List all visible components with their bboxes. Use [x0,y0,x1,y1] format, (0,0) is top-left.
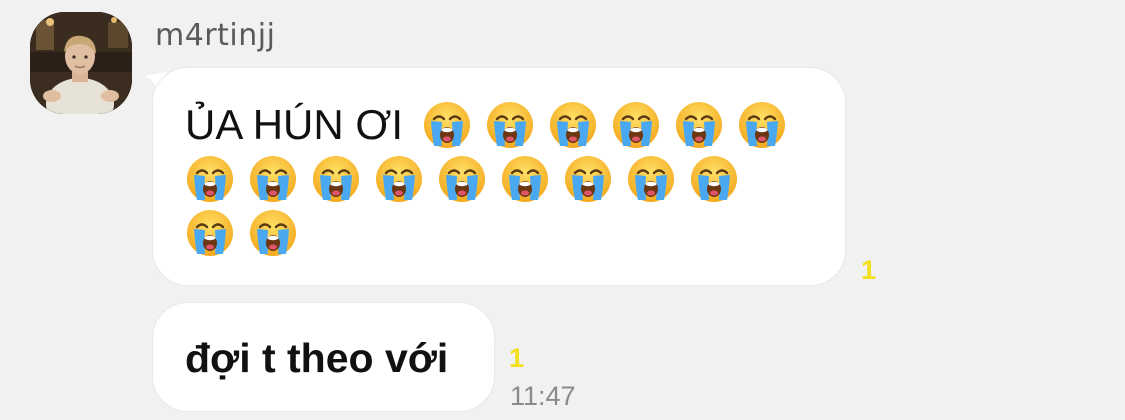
message-timestamp: 11:47 [510,381,576,411]
loudly-crying-face-emoji [500,154,550,204]
loudly-crying-face-emoji [437,154,487,204]
loudly-crying-face-emoji [737,100,787,150]
loudly-crying-face-emoji [563,154,613,204]
avatar[interactable] [30,12,132,114]
loudly-crying-face-emoji [185,154,235,204]
message-line [185,150,825,204]
read-count: 1 [509,343,525,373]
loudly-crying-face-emoji [248,154,298,204]
loudly-crying-face-emoji [689,154,739,204]
loudly-crying-face-emoji [626,154,676,204]
sender-name[interactable]: m4rtinjj [155,18,275,53]
read-count: 1 [861,255,877,285]
message-text: đợi t theo với [185,335,449,381]
chat-screen: m4rtinjj ỦA HÚN ƠI 1 đợi t theo với 1 11… [0,0,1125,420]
message-line: ỦA HÚN ƠI [185,96,825,150]
message-text: ỦA HÚN ƠI [185,101,404,148]
loudly-crying-face-emoji [548,100,598,150]
loudly-crying-face-emoji [248,208,298,258]
loudly-crying-face-emoji [185,208,235,258]
loudly-crying-face-emoji [485,100,535,150]
message-bubble[interactable]: đợi t theo với [152,302,495,412]
message-bubble[interactable]: ỦA HÚN ƠI [152,67,846,286]
loudly-crying-face-emoji [374,154,424,204]
loudly-crying-face-emoji [422,100,472,150]
loudly-crying-face-emoji [311,154,361,204]
loudly-crying-face-emoji [674,100,724,150]
profile-photo [30,12,132,114]
message-line [185,204,825,258]
loudly-crying-face-emoji [611,100,661,150]
